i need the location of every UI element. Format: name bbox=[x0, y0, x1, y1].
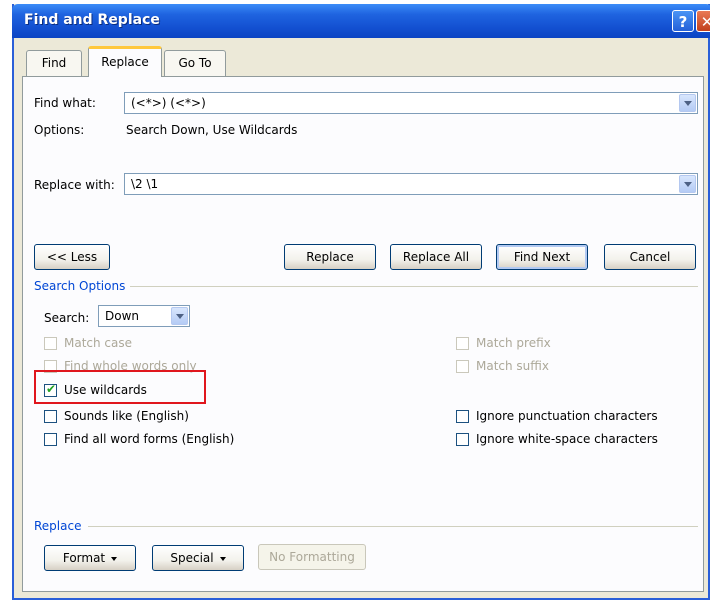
cancel-button[interactable]: Cancel bbox=[604, 244, 696, 270]
chevron-down-icon[interactable] bbox=[679, 175, 696, 193]
caret-down-icon bbox=[219, 556, 226, 561]
help-button[interactable]: ? bbox=[672, 10, 694, 32]
word-forms-checkbox[interactable] bbox=[44, 433, 57, 446]
divider bbox=[88, 526, 698, 527]
match-prefix-label: Match prefix bbox=[476, 336, 551, 350]
sounds-like-checkbox[interactable] bbox=[44, 410, 57, 423]
ignore-whitespace-label: Ignore white-space characters bbox=[476, 432, 658, 446]
options-value: Search Down, Use Wildcards bbox=[126, 123, 298, 137]
chevron-down-icon[interactable] bbox=[679, 94, 696, 112]
replace-tab-panel bbox=[22, 76, 704, 592]
match-suffix-label: Match suffix bbox=[476, 359, 549, 373]
match-case-checkbox[interactable] bbox=[44, 337, 57, 350]
find-what-value: (<*>) (<*>) bbox=[131, 96, 206, 110]
tab-goto[interactable]: Go To bbox=[164, 50, 226, 76]
ignore-punctuation-checkbox[interactable] bbox=[456, 410, 469, 423]
replace-with-label: Replace with: bbox=[34, 178, 115, 192]
options-label: Options: bbox=[34, 123, 85, 137]
match-suffix-checkbox[interactable] bbox=[456, 360, 469, 373]
replace-button[interactable]: Replace bbox=[284, 244, 376, 270]
close-button[interactable]: ✕ bbox=[696, 10, 710, 32]
find-what-label: Find what: bbox=[34, 96, 96, 110]
less-button[interactable]: << Less bbox=[34, 244, 110, 270]
ignore-punctuation-label: Ignore punctuation characters bbox=[476, 409, 658, 423]
search-direction-select[interactable]: Down bbox=[98, 305, 190, 327]
caret-down-icon bbox=[111, 556, 118, 561]
replace-with-input[interactable]: \2 \1 bbox=[124, 173, 698, 195]
sounds-like-label: Sounds like (English) bbox=[64, 409, 189, 423]
title-bar[interactable]: Find and Replace ? ✕ bbox=[12, 4, 710, 38]
search-label: Search: bbox=[44, 311, 90, 325]
chevron-down-icon[interactable] bbox=[171, 307, 188, 325]
replace-with-value: \2 \1 bbox=[131, 177, 159, 191]
format-label: Format bbox=[62, 551, 106, 565]
replace-group-heading: Replace bbox=[34, 519, 82, 533]
ignore-whitespace-checkbox[interactable] bbox=[456, 433, 469, 446]
format-button[interactable]: Format bbox=[44, 545, 136, 571]
find-what-input[interactable]: (<*>) (<*>) bbox=[124, 92, 698, 114]
search-direction-value: Down bbox=[105, 309, 140, 323]
match-prefix-checkbox[interactable] bbox=[456, 337, 469, 350]
highlight-box bbox=[34, 370, 206, 404]
special-button[interactable]: Special bbox=[152, 545, 244, 571]
search-options-heading: Search Options bbox=[34, 279, 126, 293]
find-next-button[interactable]: Find Next bbox=[496, 244, 588, 270]
special-label: Special bbox=[170, 551, 214, 565]
tab-find[interactable]: Find bbox=[26, 50, 82, 76]
match-case-label: Match case bbox=[64, 336, 133, 350]
tab-replace[interactable]: Replace bbox=[88, 46, 162, 77]
dialog-title: Find and Replace bbox=[24, 12, 160, 28]
replace-all-button[interactable]: Replace All bbox=[390, 244, 482, 270]
word-forms-label: Find all word forms (English) bbox=[64, 432, 235, 446]
divider bbox=[130, 286, 698, 287]
no-formatting-button[interactable]: No Formatting bbox=[258, 544, 366, 570]
